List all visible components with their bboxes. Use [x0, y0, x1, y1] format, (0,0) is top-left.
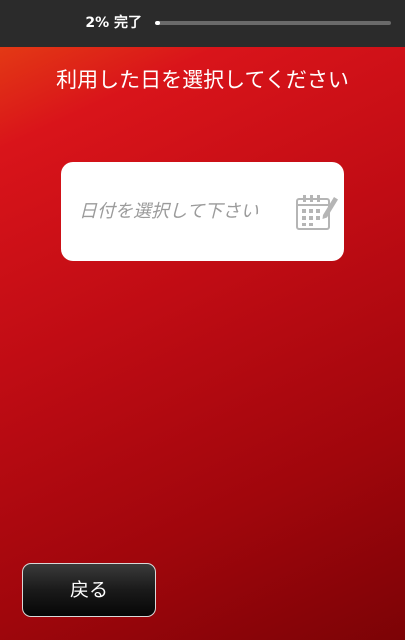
back-button[interactable]: 戻る	[22, 563, 156, 617]
progress-header: 2% 完了	[0, 0, 405, 47]
progress-label: 2% 完了	[85, 15, 142, 31]
question-title: 利用した日を選択してください	[56, 68, 349, 92]
back-button-label: 戻る	[69, 579, 108, 601]
progress-bar	[155, 21, 391, 25]
calendar-edit-icon[interactable]	[295, 193, 339, 233]
progress-bar-fill	[155, 21, 160, 25]
date-picker-field[interactable]: 日付を選択して下さい	[61, 162, 344, 261]
date-placeholder: 日付を選択して下さい	[79, 201, 259, 222]
